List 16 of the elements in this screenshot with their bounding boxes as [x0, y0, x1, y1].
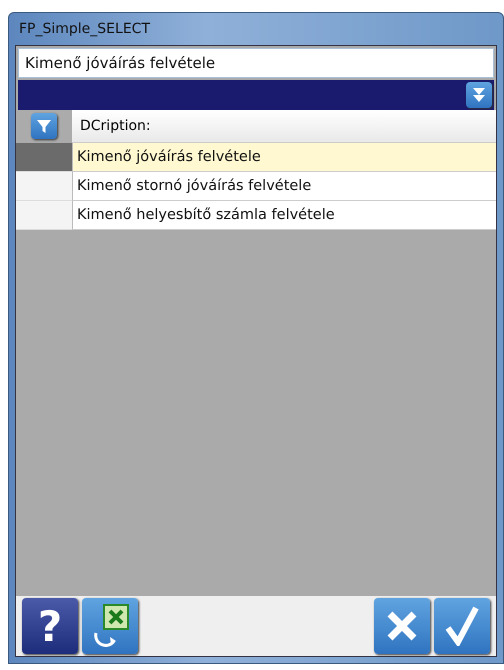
- window-title: FP_Simple_SELECT: [18, 20, 152, 39]
- filter-button[interactable]: [31, 113, 57, 139]
- table-cell[interactable]: Kimenő stornó jóváírás felvétele: [72, 172, 496, 201]
- funnel-icon: [36, 118, 52, 134]
- search-field[interactable]: Kimenő jóváírás felvétele: [18, 48, 494, 78]
- double-chevron-icon: [472, 87, 486, 103]
- column-header[interactable]: DCription:: [72, 110, 496, 143]
- table-cell[interactable]: Kimenő jóváírás felvétele: [72, 143, 496, 172]
- ok-button[interactable]: [434, 598, 490, 654]
- export-button[interactable]: [82, 598, 138, 654]
- check-icon: [444, 606, 480, 646]
- expand-button[interactable]: [466, 82, 492, 108]
- help-button[interactable]: ?: [22, 598, 78, 654]
- cancel-button[interactable]: [374, 598, 430, 654]
- row-header[interactable]: [16, 143, 72, 172]
- table-cell[interactable]: Kimenő helyesbítő számla felvétele: [72, 201, 496, 230]
